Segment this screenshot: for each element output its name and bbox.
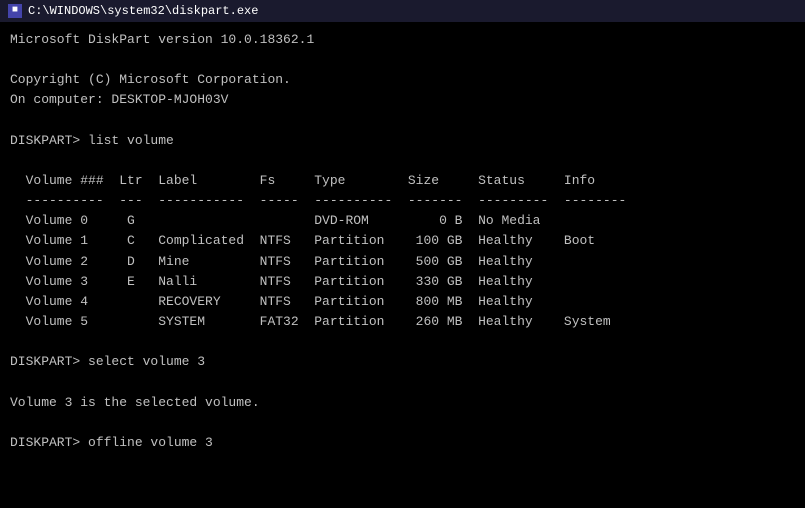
line-empty-3 (10, 332, 795, 352)
line-empty-2 (10, 151, 795, 171)
line-empty-1 (10, 111, 795, 131)
title-bar: ■ C:\WINDOWS\system32\diskpart.exe (0, 0, 805, 22)
volume-2-row: Volume 2 D Mine NTFS Partition 500 GB He… (10, 252, 795, 272)
line-cmd2: DISKPART> select volume 3 (10, 352, 795, 372)
line-version: Microsoft DiskPart version 10.0.18362.1 (10, 30, 795, 50)
line-cmd3: DISKPART> offline volume 3 (10, 433, 795, 453)
line-empty-4 (10, 372, 795, 392)
app-icon: ■ (8, 4, 22, 18)
line-cmd1: DISKPART> list volume (10, 131, 795, 151)
table-separator: ---------- --- ----------- ----- -------… (10, 191, 795, 211)
volume-5-row: Volume 5 SYSTEM FAT32 Partition 260 MB H… (10, 312, 795, 332)
table-header: Volume ### Ltr Label Fs Type Size Status… (10, 171, 795, 191)
window-title: C:\WINDOWS\system32\diskpart.exe (28, 4, 258, 18)
terminal-body: Microsoft DiskPart version 10.0.18362.1 … (0, 22, 805, 461)
volume-1-row: Volume 1 C Complicated NTFS Partition 10… (10, 231, 795, 251)
line-computer: On computer: DESKTOP-MJOH03V (10, 90, 795, 110)
volume-4-row: Volume 4 RECOVERY NTFS Partition 800 MB … (10, 292, 795, 312)
line-result: Volume 3 is the selected volume. (10, 393, 795, 413)
volume-0-row: Volume 0 G DVD-ROM 0 B No Media (10, 211, 795, 231)
line-empty-5 (10, 413, 795, 433)
line-copyright: Copyright (C) Microsoft Corporation. (10, 70, 795, 90)
line-empty-0 (10, 50, 795, 70)
volume-3-row: Volume 3 E Nalli NTFS Partition 330 GB H… (10, 272, 795, 292)
